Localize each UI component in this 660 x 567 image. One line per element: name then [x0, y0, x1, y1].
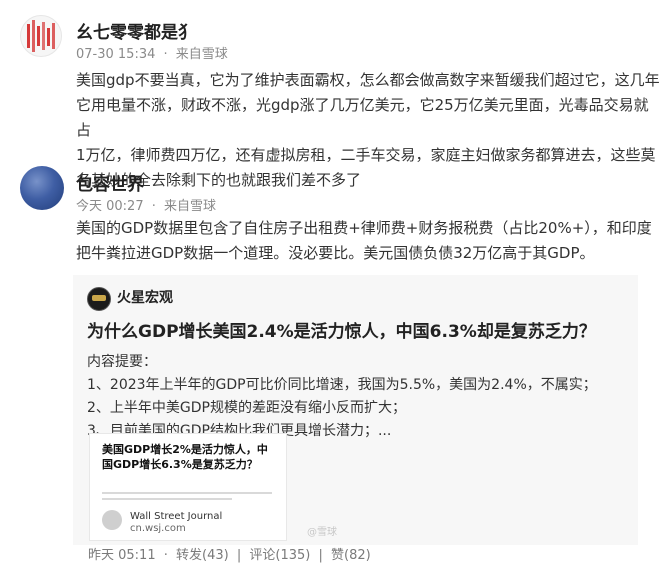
watermark: @雪球	[307, 527, 337, 538]
post-meta: 07-30 15:34 · 来自雪球	[76, 47, 228, 62]
like-button[interactable]: 赞(82)	[331, 548, 371, 563]
username[interactable]: 幺七零零都是犭	[76, 18, 195, 43]
thumbnail-title: 美国GDP增长2%是活力惊人，中国GDP增长6.3%是复苏乏力？	[102, 443, 268, 471]
source-logo-icon	[102, 510, 122, 530]
summary-label: 内容提要：	[87, 354, 157, 370]
avatar[interactable]	[20, 15, 62, 57]
avatar[interactable]	[20, 166, 64, 210]
username[interactable]: 包容世界	[76, 170, 144, 195]
repost-button[interactable]: 转发(43)	[176, 548, 229, 563]
thumbnail-text-line	[102, 498, 232, 500]
post-source: 来自雪球	[175, 47, 228, 62]
thumbnail-text-line	[102, 492, 272, 494]
author-avatar[interactable]	[87, 287, 111, 311]
action-bar: 昨天 05:11 · 转发(43) | 评论(135) | 赞(82)	[88, 548, 371, 563]
thumbnail-source: Wall Street Journal	[130, 511, 223, 522]
post-source: 来自雪球	[164, 199, 217, 214]
post-date: 07-30 15:34	[76, 47, 156, 62]
quoted-post-card[interactable]: 火星宏观 为什么GDP增长美国2.4%是活力惊人，中国6.3%却是复苏乏力？ 内…	[73, 275, 638, 545]
avatar-pattern	[27, 20, 55, 52]
post-date: 今天 00:27	[76, 199, 144, 214]
comment-button[interactable]: 评论(135)	[249, 548, 310, 563]
summary-point: 1、2023年上半年的GDP可比价同比增速，我国为5.5%，美国为2.4%，不属…	[87, 377, 597, 393]
summary-point: 2、上半年中美GDP规模的差距没有缩小反而扩大；	[87, 400, 406, 416]
thumbnail-domain: cn.wsj.com	[130, 523, 186, 534]
quoted-author[interactable]: 火星宏观	[117, 287, 173, 307]
quoted-title[interactable]: 为什么GDP增长美国2.4%是活力惊人，中国6.3%却是复苏乏力？	[87, 317, 596, 342]
post-meta: 今天 00:27 · 来自雪球	[76, 199, 217, 214]
article-thumbnail[interactable]: 美国GDP增长2%是活力惊人，中国GDP增长6.3%是复苏乏力？ Wall St…	[89, 433, 287, 541]
comment-text: 美国gdp不要当真，它为了维护表面霸权，怎么都会做高数字来暂缓我们超过它，这几年…	[76, 71, 660, 189]
post-time: 昨天 05:11	[88, 548, 156, 563]
comment-text: 美国的GDP数据里包含了自住房子出租费+律师费+财务报税费（占比20%+），和印…	[76, 219, 652, 262]
